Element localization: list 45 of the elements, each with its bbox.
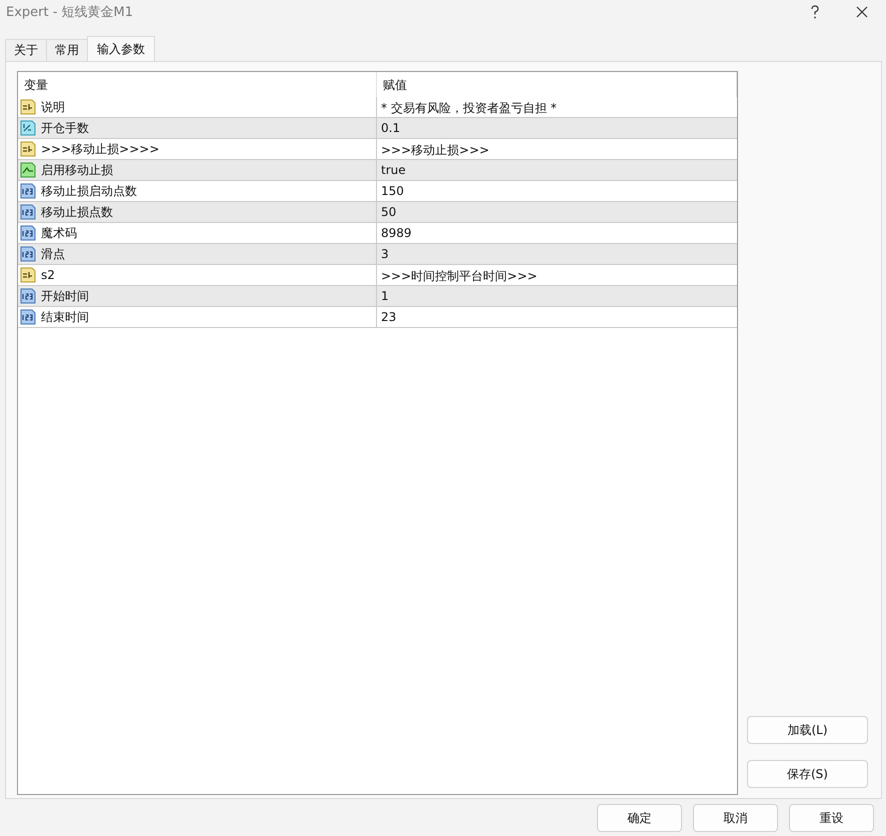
parameter-value[interactable]: 0.1 <box>377 118 737 138</box>
dialog-button[interactable]: 取消 <box>693 804 778 832</box>
parameter-value[interactable]: * 交易有风险，投资者盈亏自担 * <box>377 97 737 117</box>
text-icon <box>20 267 36 283</box>
parameter-name: 结束时间 <box>41 308 89 326</box>
number-icon <box>20 183 36 199</box>
parameter-name: 移动止损点数 <box>41 204 113 220</box>
parameter-name: 启用移动止损 <box>41 162 113 178</box>
side-button[interactable]: 保存(S) <box>747 760 868 788</box>
text-icon <box>20 99 36 115</box>
number-icon <box>20 309 36 325</box>
number-icon <box>20 246 36 262</box>
window-title: Expert - 短线黄金M1 <box>6 4 134 21</box>
side-button[interactable]: 加载(L) <box>747 716 868 744</box>
toggle-icon <box>20 162 36 178</box>
parameter-name: 开仓手数 <box>41 120 89 136</box>
parameter-value[interactable]: 23 <box>377 307 737 327</box>
parameter-value[interactable]: 1 <box>377 286 737 306</box>
column-header[interactable]: 变量 <box>18 72 377 97</box>
parameter-value[interactable]: 8989 <box>377 223 737 243</box>
tab[interactable]: 关于 <box>5 39 47 61</box>
dialog-button[interactable]: 重设 <box>789 804 874 832</box>
tab[interactable]: 输入参数 <box>87 36 155 61</box>
parameter-value[interactable]: >>>移动止损>>> <box>377 139 737 159</box>
number-icon <box>20 288 36 304</box>
parameter-name: 开始时间 <box>41 288 89 304</box>
parameter-value[interactable]: 50 <box>377 202 737 222</box>
parameter-value[interactable]: 3 <box>377 244 737 264</box>
parameter-value[interactable]: >>>时间控制平台时间>>> <box>377 265 737 285</box>
parameter-value[interactable]: true <box>377 160 737 180</box>
parameter-name: 说明 <box>41 98 65 116</box>
parameter-value[interactable]: 150 <box>377 181 737 201</box>
number-icon <box>20 120 36 136</box>
dialog-button[interactable]: 确定 <box>597 804 682 832</box>
parameter-name: 滑点 <box>41 246 65 262</box>
number-icon <box>20 204 36 220</box>
help-icon[interactable] <box>810 5 820 19</box>
text-icon <box>20 141 36 157</box>
column-header[interactable]: 赋值 <box>377 72 737 97</box>
number-icon <box>20 225 36 241</box>
parameter-name: 移动止损启动点数 <box>41 182 137 200</box>
parameter-name: 魔术码 <box>41 224 77 242</box>
parameter-name: s2 <box>41 268 55 282</box>
parameter-name: >>>移动止损>>>> <box>41 140 160 158</box>
close-icon[interactable] <box>856 6 868 18</box>
